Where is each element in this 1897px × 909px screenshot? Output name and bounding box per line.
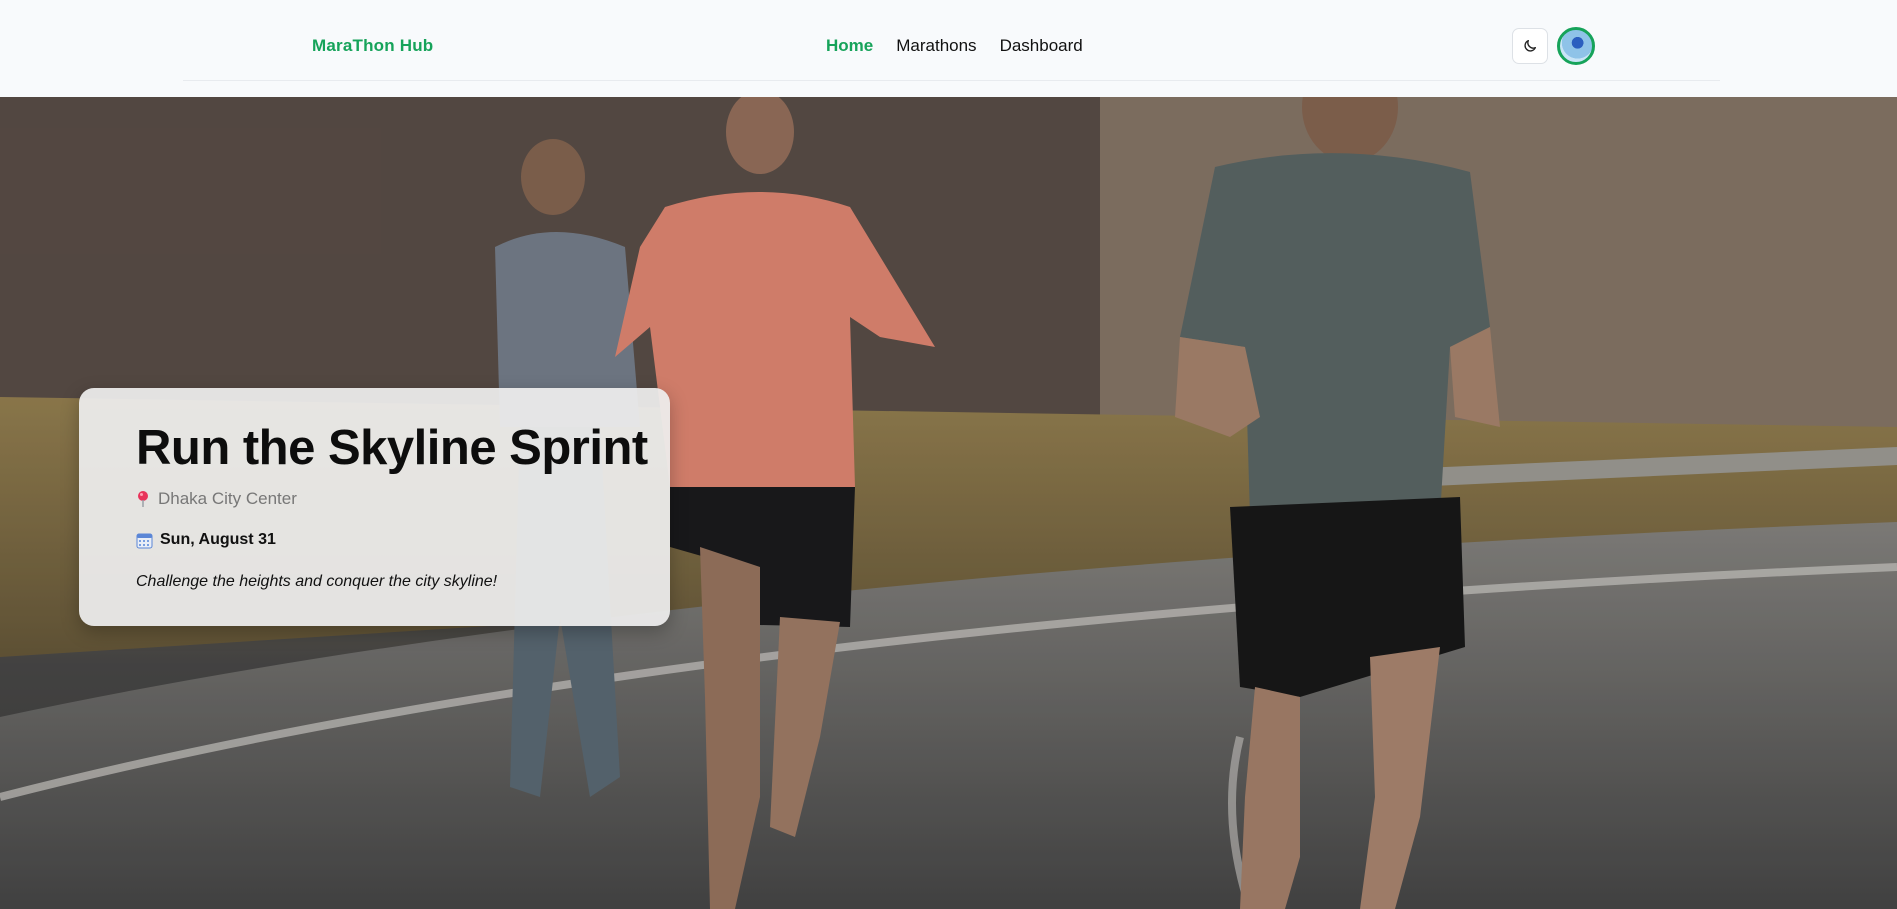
event-info-card: Run the Skyline Sprint Dhaka City Center… xyxy=(79,388,670,626)
event-title: Run the Skyline Sprint xyxy=(136,421,648,475)
event-location: Dhaka City Center xyxy=(136,489,297,509)
nav-link-dashboard[interactable]: Dashboard xyxy=(1000,36,1083,56)
user-avatar[interactable] xyxy=(1557,27,1595,65)
moon-icon xyxy=(1524,40,1536,52)
calendar-icon xyxy=(136,533,153,548)
nav-link-home[interactable]: Home xyxy=(826,36,873,56)
event-tagline: Challenge the heights and conquer the ci… xyxy=(136,573,498,590)
main-nav: Home Marathons Dashboard xyxy=(826,36,1083,56)
theme-toggle-button[interactable] xyxy=(1512,28,1548,64)
brand-logo-text[interactable]: MaraThon Hub xyxy=(312,36,433,56)
top-navbar: MaraThon Hub Home Marathons Dashboard xyxy=(0,0,1897,97)
event-location-text: Dhaka City Center xyxy=(158,489,297,508)
event-date-text: Sun, August 31 xyxy=(160,531,276,548)
event-date: Sun, August 31 xyxy=(136,531,276,549)
navbar-divider xyxy=(183,80,1720,81)
nav-link-marathons[interactable]: Marathons xyxy=(896,36,976,56)
pin-icon xyxy=(138,491,148,507)
